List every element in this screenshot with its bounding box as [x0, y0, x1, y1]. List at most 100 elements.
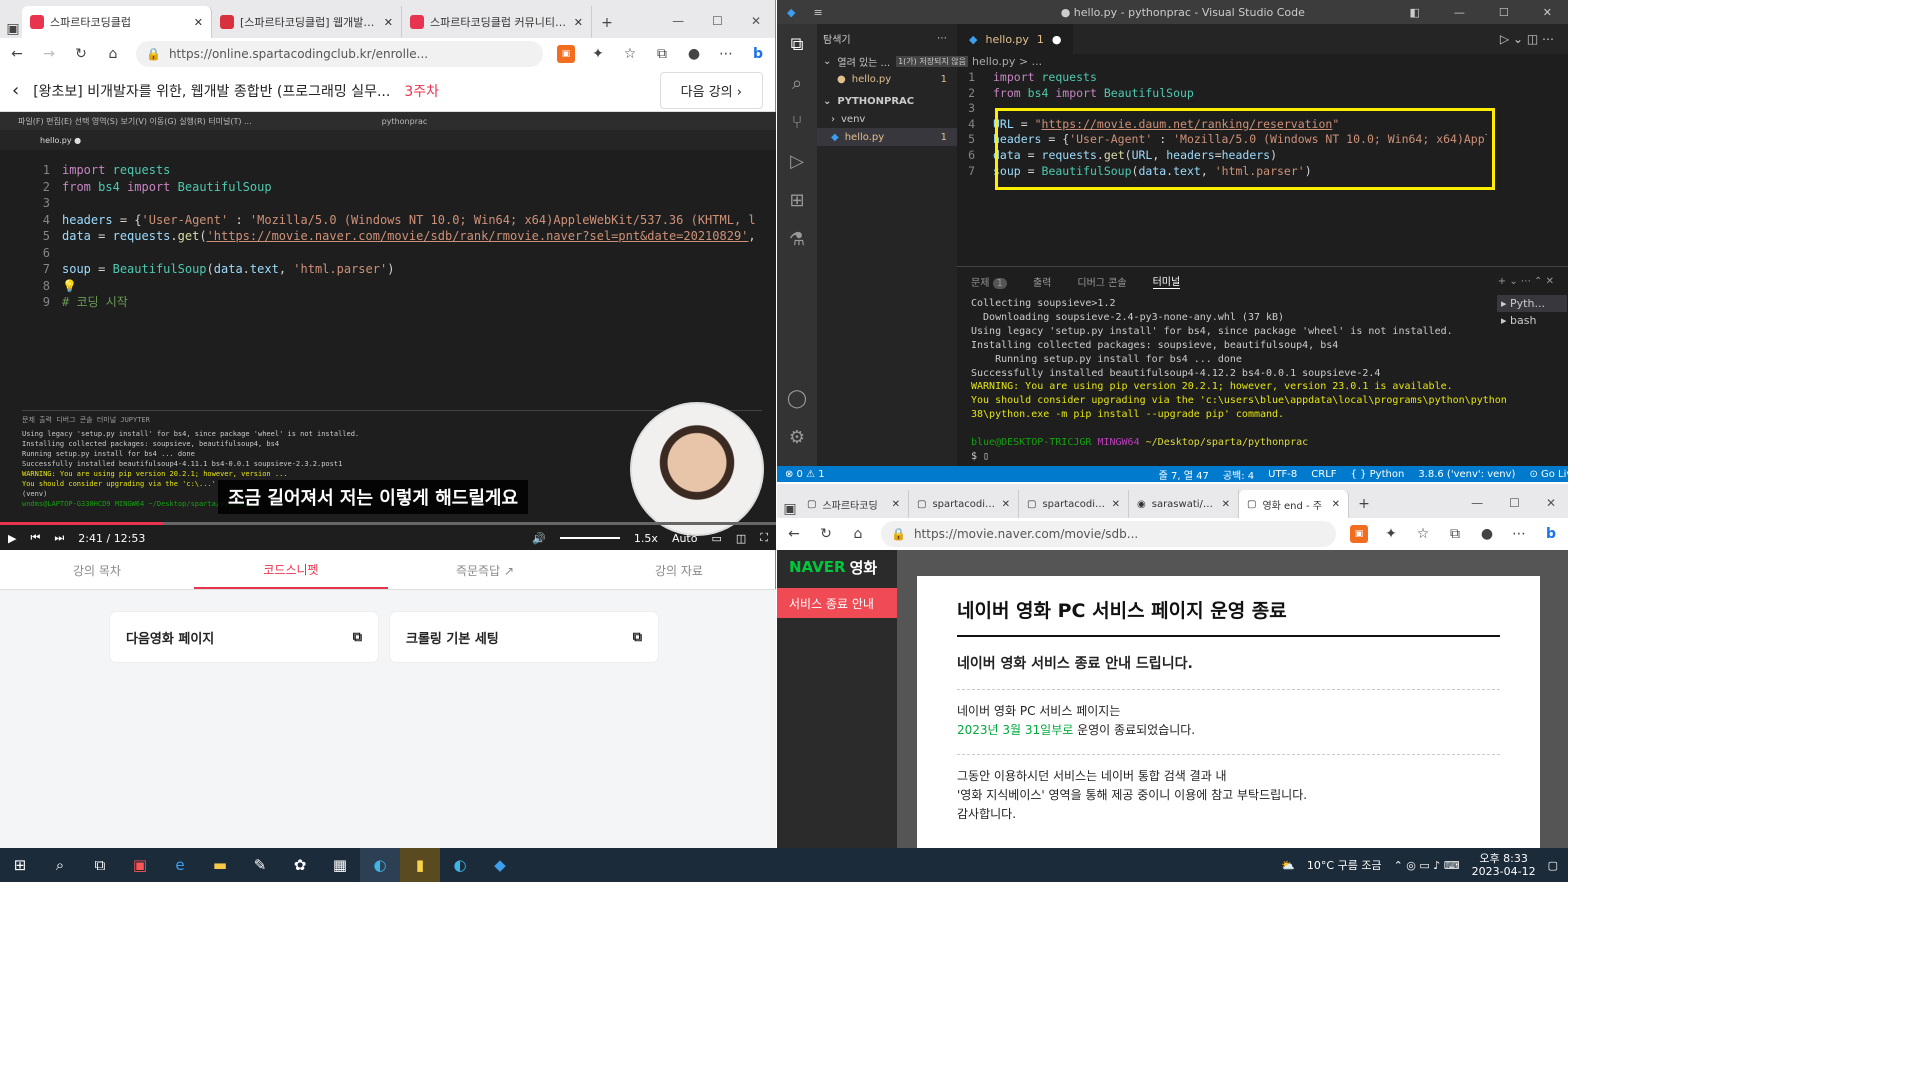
close-window-icon[interactable]: ✕	[1546, 496, 1556, 510]
snippet-card-daum[interactable]: 다음영화 페이지 ⧉	[110, 612, 378, 662]
minimize-icon[interactable]: —	[1471, 496, 1483, 510]
maximize-icon[interactable]: ☐	[712, 14, 723, 28]
task-view-icon[interactable]: ⧉	[80, 848, 120, 882]
play-icon[interactable]: ▶	[8, 532, 16, 545]
extension-icon[interactable]: ▣	[557, 45, 575, 63]
edge-icon[interactable]: ◐	[440, 848, 480, 882]
refresh-icon[interactable]: ↻	[817, 525, 835, 543]
favorites-icon[interactable]: ☆	[621, 45, 639, 63]
file-explorer-icon[interactable]: ▬	[200, 848, 240, 882]
close-icon[interactable]: ✕	[194, 16, 203, 29]
open-editors-section[interactable]: ⌄ 열려 있는 ... 1(가) 저장되지 않음	[817, 52, 969, 70]
panel-tab-output[interactable]: 출력	[1033, 274, 1051, 289]
extensions-icon[interactable]: ⊞	[789, 190, 804, 211]
collections-icon[interactable]: ⧉	[1446, 525, 1464, 543]
copy-icon[interactable]: ⧉	[633, 630, 642, 645]
folder-venv[interactable]: › venv	[817, 110, 957, 128]
puzzle-icon[interactable]: ✦	[1382, 525, 1400, 543]
ie-icon[interactable]: e	[160, 848, 200, 882]
profile-icon[interactable]: ●	[685, 45, 703, 63]
tab-actions-icon[interactable]: ▣	[781, 500, 799, 518]
refresh-icon[interactable]: ↻	[72, 45, 90, 63]
tab-code-snippets[interactable]: 코드스니펫	[194, 552, 388, 589]
account-icon[interactable]: ◯	[787, 388, 807, 409]
minimize-icon[interactable]: —	[672, 14, 684, 28]
app-icon[interactable]: ▣	[120, 848, 160, 882]
terminal-item-bash[interactable]: ▸ bash	[1497, 312, 1567, 329]
video-progress-bar[interactable]	[0, 522, 776, 525]
snippet-card-crawling[interactable]: 크롤링 기본 세팅 ⧉	[390, 612, 658, 662]
run-icon[interactable]: ▷ ⌄ ◫ ⋯	[1500, 32, 1568, 46]
search-icon[interactable]: ⌕	[792, 73, 802, 94]
skip-back-icon[interactable]: ⏮	[30, 531, 40, 545]
extension-icon[interactable]: ▣	[1350, 525, 1368, 543]
status-golive[interactable]: ⊙ Go Live	[1529, 469, 1568, 480]
naver-movie-logo[interactable]: NAVER 영화	[777, 550, 897, 584]
open-editor-hello[interactable]: ● hello.py 1	[817, 70, 957, 88]
notification-icon[interactable]: ▢	[1548, 859, 1558, 872]
weather-text[interactable]: 10°C 구름 조금	[1307, 857, 1382, 873]
file-hello-py[interactable]: ◆ hello.py 1	[817, 128, 957, 146]
browser-tab-2[interactable]: ▢ spartacoding ✕	[909, 490, 1019, 518]
search-icon[interactable]: ⌕	[40, 848, 80, 882]
tray-icons[interactable]: ⌃ ◎ ▭ ♪ ⌨	[1394, 859, 1460, 872]
layout-icon[interactable]: ◧	[1410, 6, 1420, 19]
editor-tab-hello[interactable]: ◆ hello.py 1 ●	[957, 24, 1074, 54]
home-icon[interactable]: ⌂	[104, 45, 122, 63]
browser-tab-4[interactable]: ◉saraswati/inde✕	[1129, 490, 1239, 518]
favorites-icon[interactable]: ☆	[1414, 525, 1432, 543]
edge-icon[interactable]: ◐	[360, 848, 400, 882]
notepad-icon[interactable]: ✎	[240, 848, 280, 882]
volume-icon[interactable]: 🔊	[532, 532, 546, 545]
url-field[interactable]: 🔒 https://movie.naver.com/movie/sdb...	[881, 521, 1336, 547]
back-icon[interactable]: ←	[785, 525, 803, 543]
maximize-icon[interactable]: ☐	[1499, 6, 1509, 19]
browser-tab-3[interactable]: ▢ spartacoding ✕	[1019, 490, 1129, 518]
browser-tab-1[interactable]: 스파르타코딩클럽 ✕	[22, 6, 212, 38]
profile-icon[interactable]: ●	[1478, 525, 1496, 543]
status-eol[interactable]: CRLF	[1311, 469, 1336, 480]
collections-icon[interactable]: ⧉	[653, 45, 671, 63]
close-icon[interactable]: ✕	[574, 16, 583, 29]
quality-button[interactable]: Auto	[672, 532, 698, 545]
lecture-video[interactable]: 파일(F) 편집(E) 선택 영역(S) 보기(V) 이동(G) 실행(R) 터…	[0, 112, 776, 550]
menu-icon[interactable]: ≡	[805, 6, 830, 19]
bing-icon[interactable]: b	[1542, 525, 1560, 543]
close-icon[interactable]: ✕	[1002, 499, 1010, 510]
close-window-icon[interactable]: ✕	[751, 14, 761, 28]
home-icon[interactable]: ⌂	[849, 525, 867, 543]
back-icon[interactable]: ←	[8, 45, 26, 63]
close-icon[interactable]: ✕	[1222, 499, 1230, 510]
url-field[interactable]: 🔒 https://online.spartacodingclub.kr/enr…	[136, 41, 543, 67]
testing-icon[interactable]: ⚗	[789, 229, 805, 250]
close-icon[interactable]: ✕	[1112, 499, 1120, 510]
vscode-icon[interactable]: ◆	[480, 848, 520, 882]
panel-tab-debug[interactable]: 디버그 콘솔	[1077, 274, 1126, 289]
puzzle-icon[interactable]: ✦	[589, 45, 607, 63]
more-icon[interactable]: ⋯	[717, 45, 735, 63]
close-icon[interactable]: ✕	[1332, 499, 1340, 510]
tab-materials[interactable]: 강의 자료	[582, 552, 776, 589]
close-icon[interactable]: ✕	[892, 499, 900, 510]
app-icon[interactable]: ✿	[280, 848, 320, 882]
run-debug-icon[interactable]: ▷	[790, 151, 804, 172]
tab-lecture-list[interactable]: 강의 목차	[0, 552, 194, 589]
panel-actions[interactable]: + ⌄ ⋯ ⌃ ✕	[1498, 276, 1568, 287]
status-spaces[interactable]: 공백: 4	[1223, 467, 1254, 482]
pip-icon[interactable]: ◫	[736, 532, 746, 545]
terminal-output[interactable]: Collecting soupsieve>1.2 Downloading sou…	[971, 297, 1507, 464]
windows-start-icon[interactable]: ⊞	[0, 848, 40, 882]
browser-tab-1[interactable]: ▢ 스파르타코딩 ✕	[799, 490, 909, 518]
explorer-icon[interactable]: ⧉	[791, 34, 804, 55]
back-chevron-icon[interactable]: ‹	[12, 80, 19, 101]
next-lecture-button[interactable]: 다음 강의 ›	[659, 72, 763, 109]
fullscreen-icon[interactable]: ⛶	[760, 531, 768, 545]
sticky-notes-icon[interactable]: ▮	[400, 848, 440, 882]
settings-gear-icon[interactable]: ⚙	[789, 427, 805, 448]
more-icon[interactable]: ⋯	[1510, 525, 1528, 543]
clock[interactable]: 오후 8:33 2023-04-12	[1472, 852, 1536, 878]
tab-qna[interactable]: 즉문즉답 ↗	[388, 552, 582, 589]
status-problems[interactable]: ⊗ 0 ⚠ 1	[785, 469, 825, 480]
browser-tab-2[interactable]: [스파르타코딩클럽] 웹개발 종합 ✕	[212, 6, 402, 38]
terminal-item-python[interactable]: ▸ Pyth...	[1497, 295, 1567, 312]
